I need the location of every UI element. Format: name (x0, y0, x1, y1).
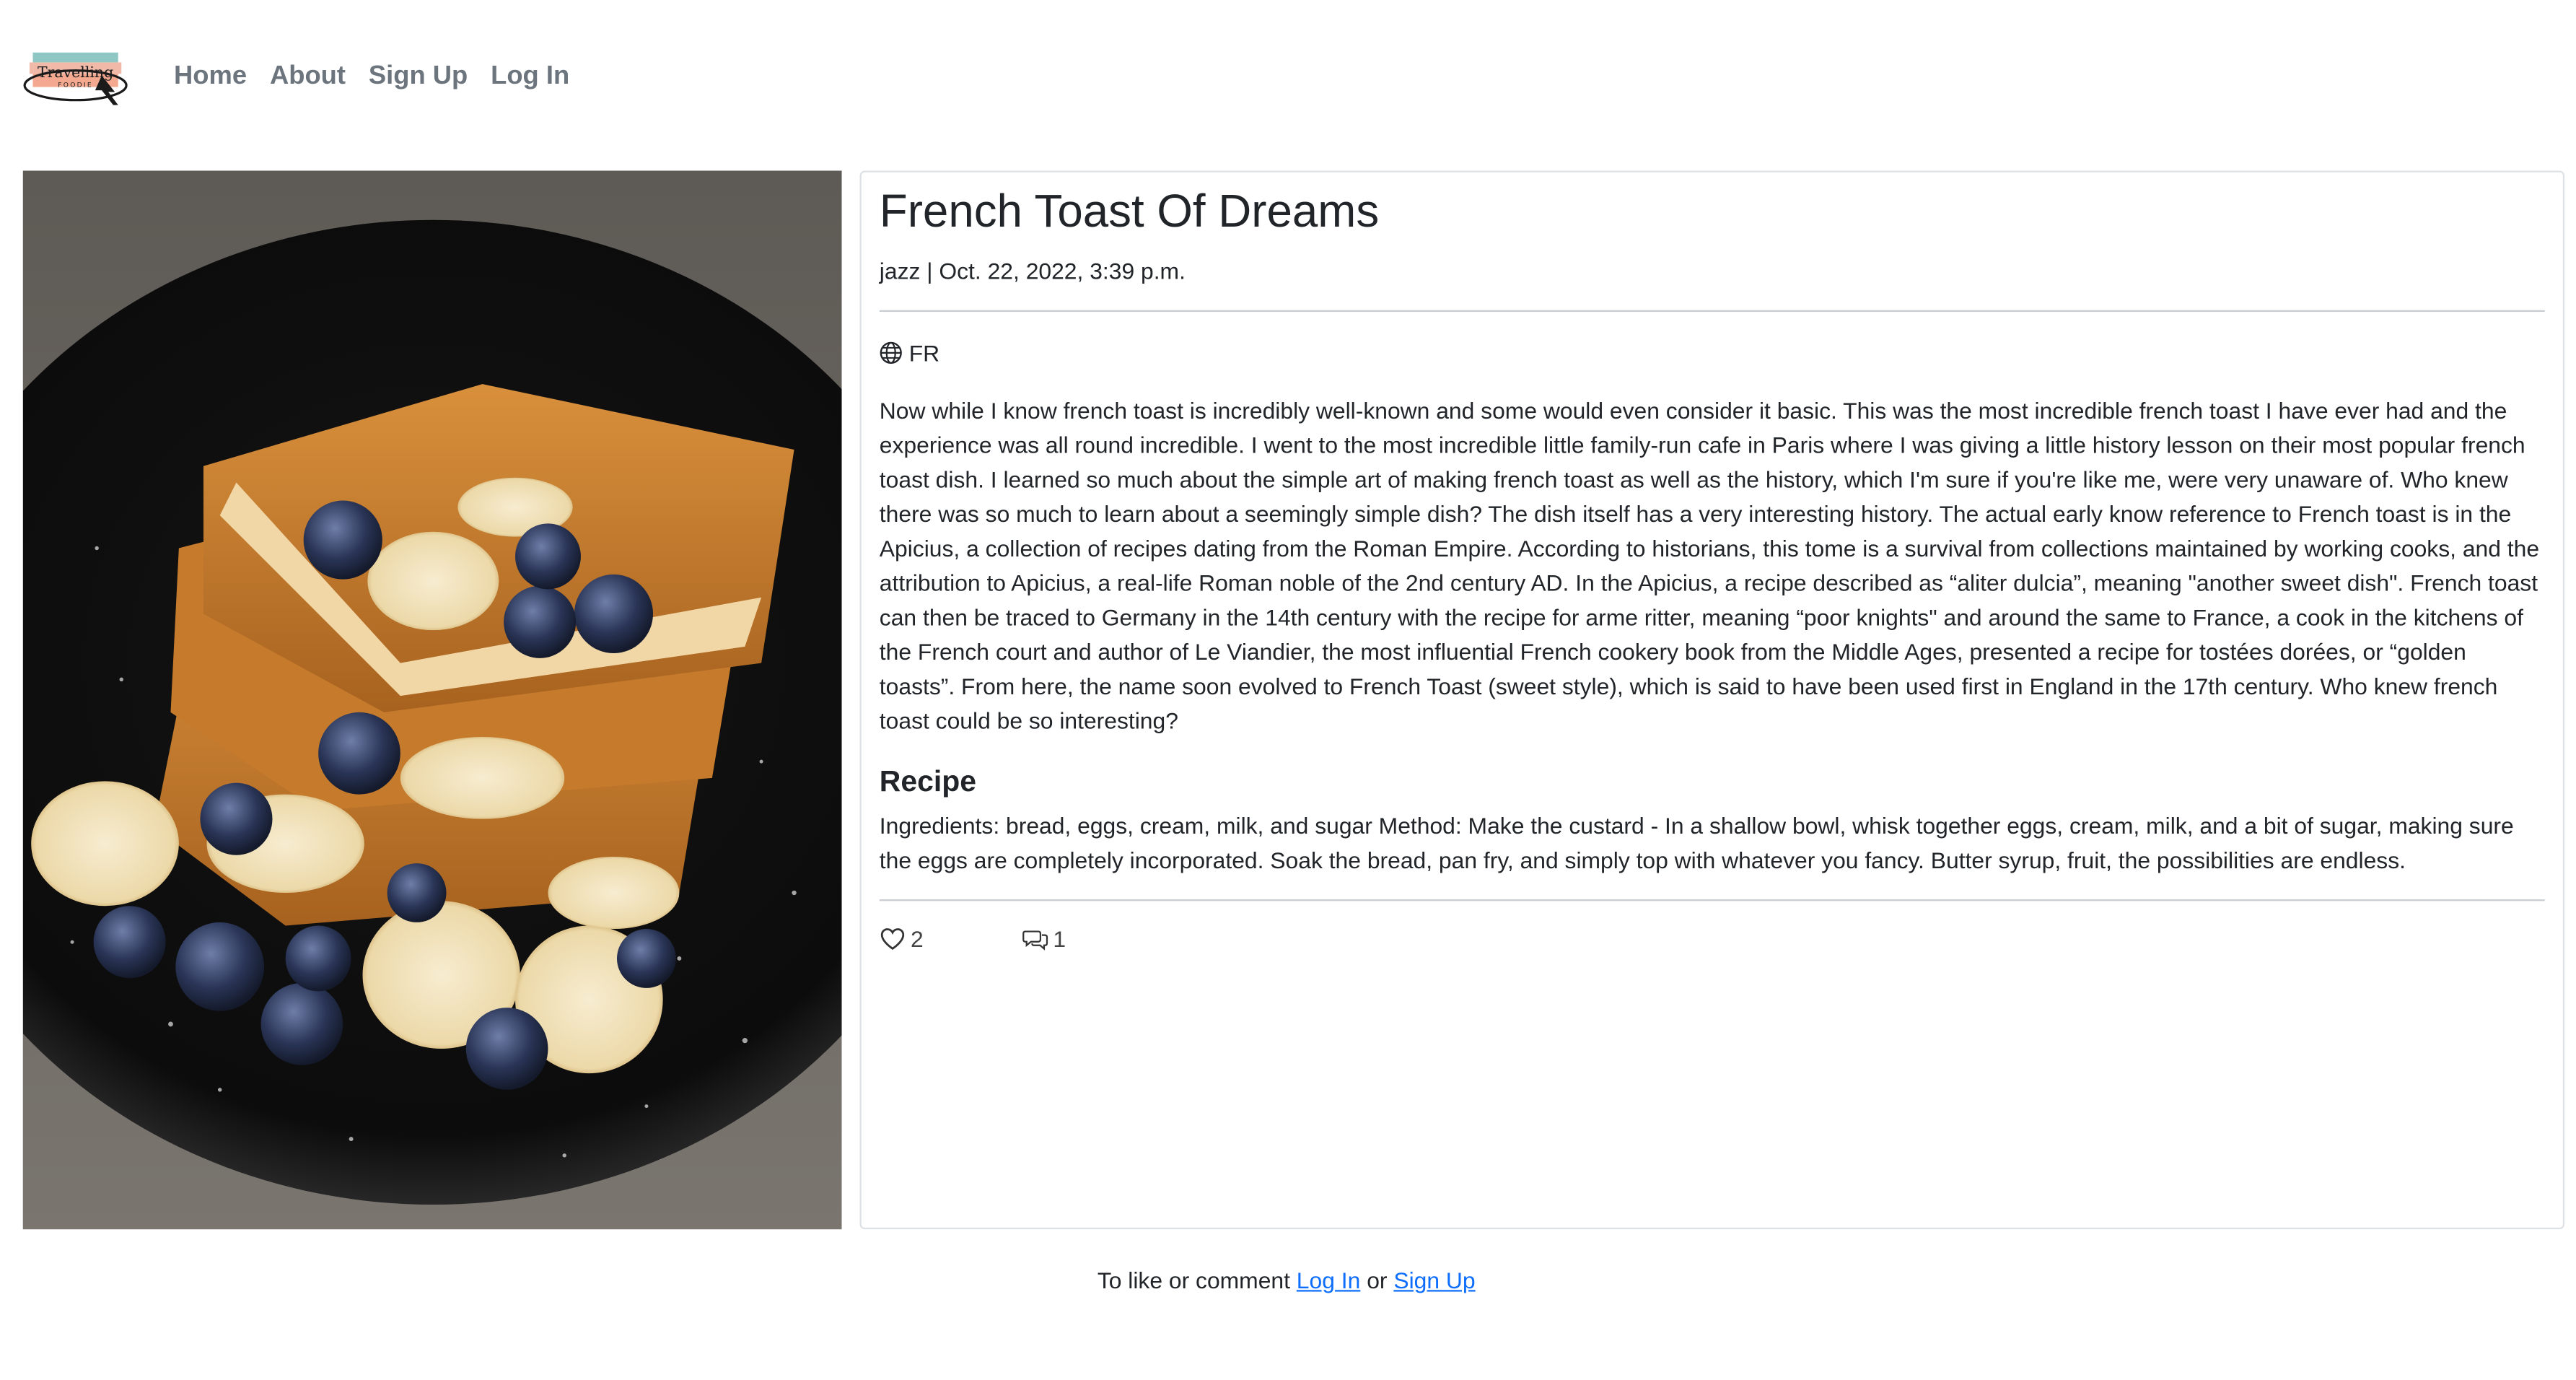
french-toast-photo (22, 170, 842, 1230)
or-text: or (1367, 1267, 1388, 1293)
globe-icon (880, 341, 902, 364)
site-logo[interactable]: Travelling FOODIE (23, 43, 131, 112)
post-meta: jazz | Oct. 22, 2022, 3:39 p.m. (879, 258, 1186, 284)
post-title: French Toast Of Dreams (879, 185, 1380, 237)
login-prompt-text: To like or comment (1097, 1267, 1290, 1293)
post-country: FR (880, 338, 2545, 367)
nav-links: Home About Sign Up Log In (174, 62, 569, 92)
heart-icon (880, 928, 905, 950)
nav-sign-up[interactable]: Sign Up (369, 62, 468, 92)
comment-count: 1 (1053, 925, 1066, 952)
login-link[interactable]: Log In (1297, 1267, 1361, 1293)
like-button[interactable]: 2 (880, 925, 924, 952)
divider (879, 899, 2545, 901)
nav-home[interactable]: Home (174, 62, 247, 92)
nav-about[interactable]: About (270, 62, 346, 92)
post-image (22, 170, 842, 1230)
signup-link[interactable]: Sign Up (1393, 1267, 1475, 1293)
nav-log-in[interactable]: Log In (491, 62, 569, 92)
login-prompt: To like or comment Log In or Sign Up (0, 1267, 2572, 1293)
divider (879, 310, 2545, 313)
comment-button[interactable]: 1 (1022, 925, 1066, 952)
svg-text:Travelling: Travelling (38, 64, 113, 81)
logo-graphic: Travelling FOODIE (23, 52, 128, 105)
comments-icon (1022, 930, 1048, 951)
post-body: Now while I know french toast is incredi… (879, 397, 2540, 734)
recipe-text: Ingredients: bread, eggs, cream, milk, a… (879, 812, 2514, 873)
recipe-heading: Recipe (879, 764, 977, 798)
navbar: Travelling FOODIE Home About Sign Up Log… (23, 43, 569, 112)
like-count: 2 (911, 925, 924, 952)
post-detail-card: French Toast Of Dreams jazz | Oct. 22, 2… (859, 170, 2565, 1230)
svg-text:FOODIE: FOODIE (58, 82, 93, 89)
post-stats: 2 1 (880, 925, 2545, 952)
country-code: FR (908, 339, 940, 367)
